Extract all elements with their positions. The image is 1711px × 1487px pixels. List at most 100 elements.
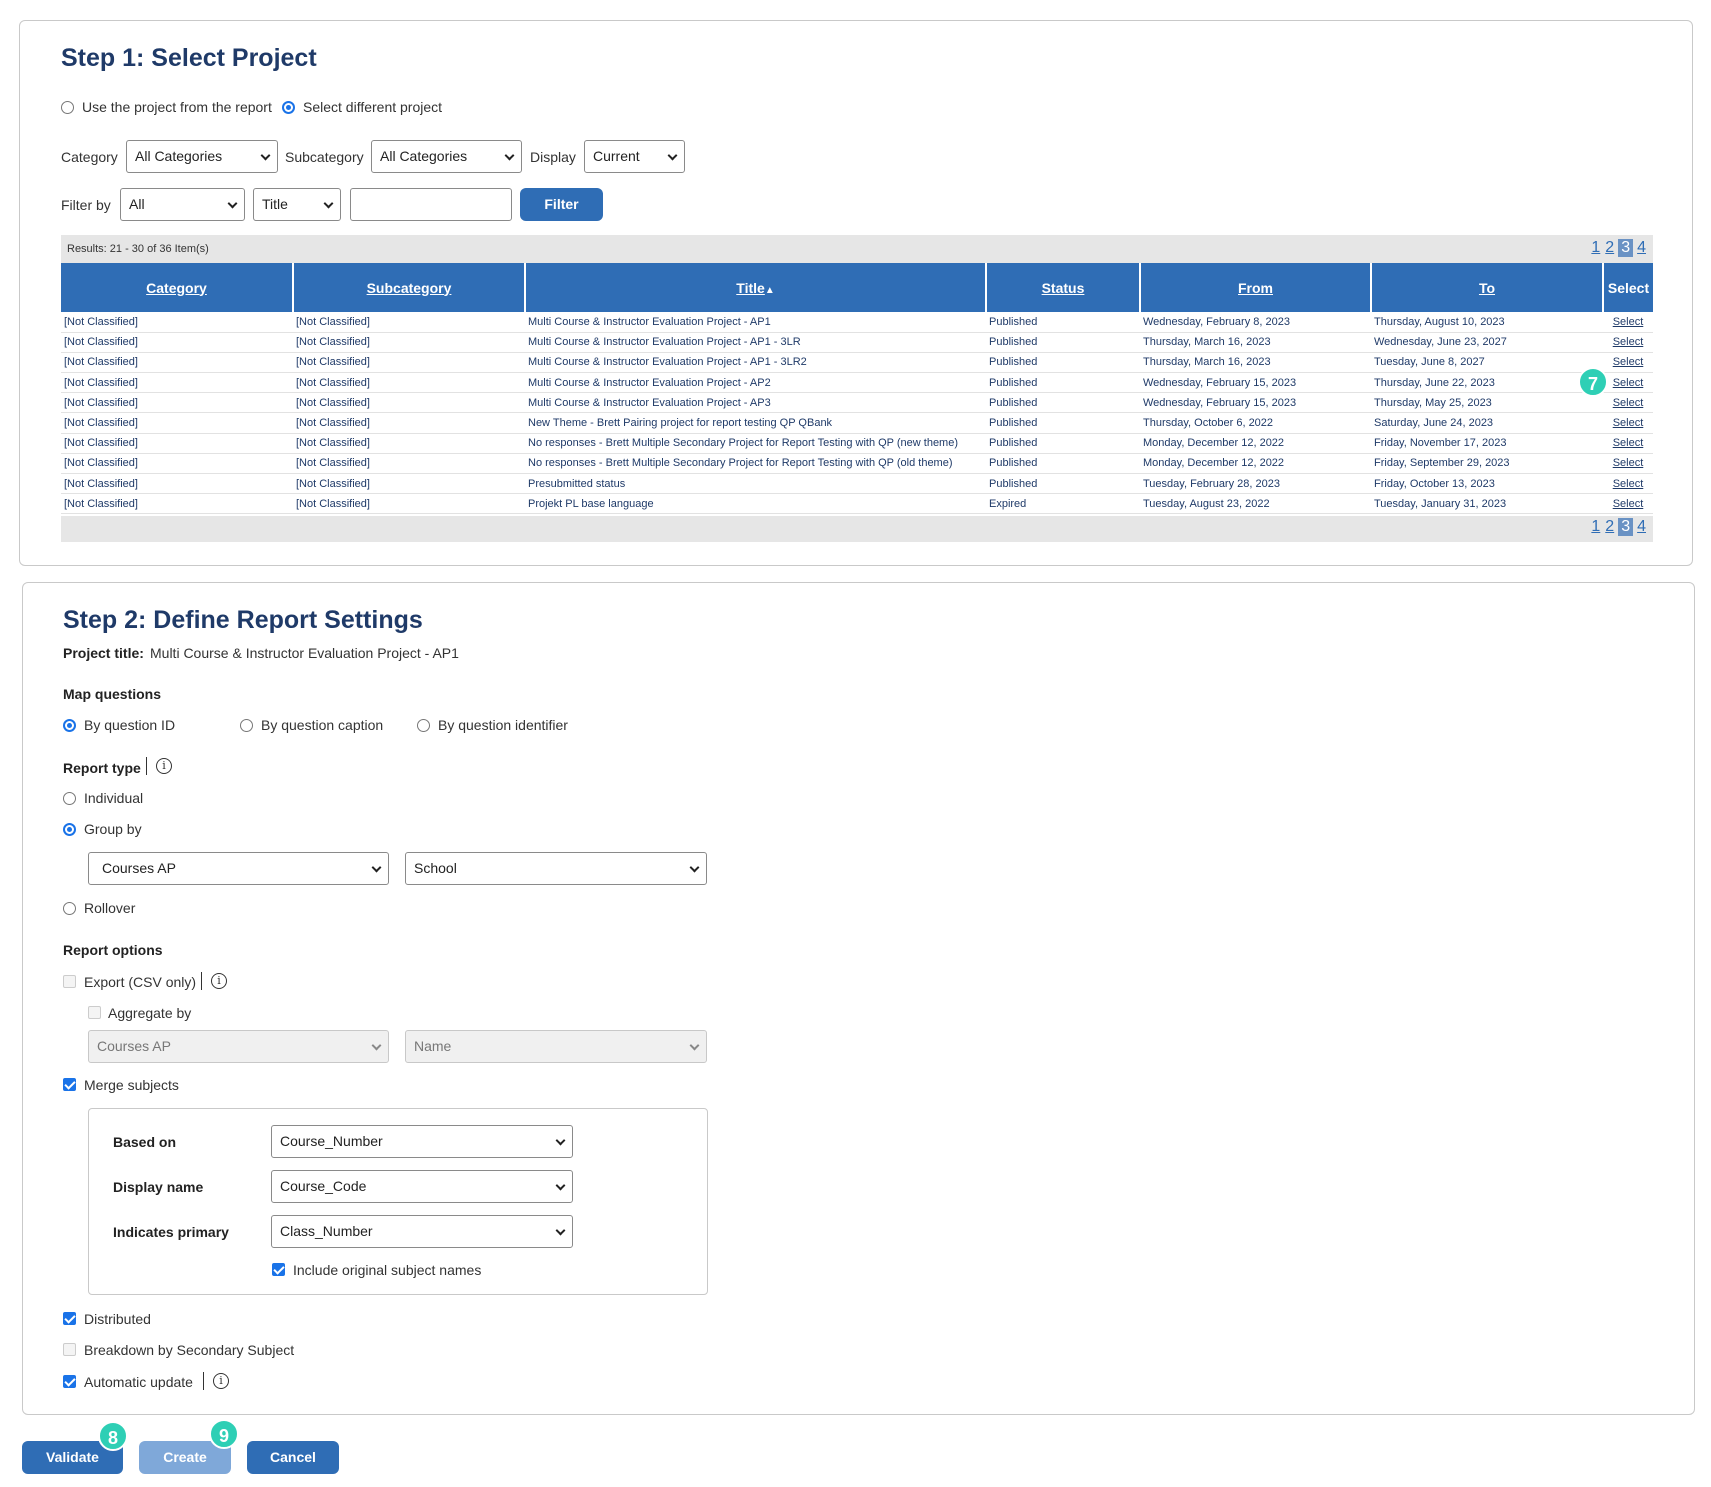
map-by-caption-radio[interactable] <box>240 719 253 732</box>
chevron-down-icon <box>227 198 238 209</box>
indicates-primary-label: Indicates primary <box>113 1224 229 1240</box>
info-icon[interactable]: i <box>211 973 227 989</box>
use-report-project-label: Use the project from the report <box>82 99 272 115</box>
cell-subcategory: [Not Classified] <box>293 433 525 454</box>
cell-category: [Not Classified] <box>61 473 293 495</box>
type-individual-radio[interactable] <box>63 792 76 805</box>
select-link[interactable]: Select <box>1603 372 1653 394</box>
subcategory-select-value: All Categories <box>380 148 468 164</box>
select-link[interactable]: Select <box>1603 473 1653 495</box>
select-link[interactable]: Select <box>1603 493 1653 515</box>
cell-to: Friday, November 17, 2023 <box>1371 433 1603 454</box>
aggregate-secondary-select[interactable]: Name <box>405 1030 707 1063</box>
map-by-identifier-radio[interactable] <box>417 719 430 732</box>
cell-title: Multi Course & Instructor Evaluation Pro… <box>525 392 986 414</box>
filter-text-input[interactable] <box>350 188 512 221</box>
breakdown-secondary-checkbox[interactable] <box>63 1343 76 1356</box>
project-title-value: Multi Course & Instructor Evaluation Pro… <box>150 645 459 661</box>
include-original-checkbox[interactable] <box>272 1263 285 1276</box>
col-header-status[interactable]: Status <box>986 263 1141 312</box>
info-icon[interactable]: i <box>156 758 172 774</box>
cancel-button[interactable]: Cancel <box>247 1441 339 1474</box>
cell-category: [Not Classified] <box>61 453 293 475</box>
distributed-checkbox[interactable] <box>63 1312 76 1325</box>
type-group-by-label: Group by <box>84 821 142 837</box>
filter-scope-value: All <box>129 196 145 212</box>
subcategory-select[interactable]: All Categories <box>371 140 522 173</box>
indicates-primary-select[interactable]: Class_Number <box>271 1215 573 1248</box>
col-header-from[interactable]: From <box>1140 263 1372 312</box>
filter-scope-select[interactable]: All <box>120 188 245 221</box>
select-different-project-radio[interactable] <box>282 101 295 114</box>
use-report-project-radio[interactable] <box>61 101 74 114</box>
select-link[interactable]: Select <box>1603 392 1653 414</box>
cell-category: [Not Classified] <box>61 332 293 353</box>
report-type-label: Report type <box>63 760 141 776</box>
cell-to: Thursday, May 25, 2023 <box>1371 392 1603 414</box>
page-link-2[interactable]: 2 <box>1604 239 1615 257</box>
pager-bottom: 1 2 3 4 <box>1590 518 1647 536</box>
group-by-primary-select[interactable]: Courses AP <box>88 852 389 885</box>
aggregate-by-label: Aggregate by <box>108 1005 192 1021</box>
export-csv-checkbox[interactable] <box>63 975 76 988</box>
filter-button[interactable]: Filter <box>520 188 603 221</box>
cell-status: Published <box>986 392 1140 414</box>
callout-badge-9: 9 <box>209 1419 239 1449</box>
projects-table: Category Subcategory Title▲ Status From … <box>61 263 1653 515</box>
cell-title: No responses - Brett Multiple Secondary … <box>525 453 986 475</box>
col-header-title[interactable]: Title▲ <box>525 263 987 312</box>
project-title-label: Project title: <box>63 645 144 661</box>
based-on-select[interactable]: Course_Number <box>271 1125 573 1158</box>
cell-category: [Not Classified] <box>61 372 293 394</box>
display-name-select[interactable]: Course_Code <box>271 1170 573 1203</box>
separator <box>146 757 147 775</box>
col-header-subcategory[interactable]: Subcategory <box>293 263 526 312</box>
cell-title: Multi Course & Instructor Evaluation Pro… <box>525 312 986 333</box>
page-link-1[interactable]: 1 <box>1590 518 1601 536</box>
map-questions-label: Map questions <box>63 686 162 702</box>
callout-badge-7: 7 <box>1578 367 1608 397</box>
cell-subcategory: [Not Classified] <box>293 352 525 374</box>
select-link[interactable]: Select <box>1603 453 1653 475</box>
map-by-id-radio[interactable] <box>63 719 76 732</box>
cell-subcategory: [Not Classified] <box>293 493 525 515</box>
aggregate-primary-select[interactable]: Courses AP <box>88 1030 389 1063</box>
col-header-category[interactable]: Category <box>61 263 294 312</box>
filter-field-select[interactable]: Title <box>253 188 341 221</box>
export-csv-label: Export (CSV only) <box>84 974 197 990</box>
group-by-secondary-select[interactable]: School <box>405 852 707 885</box>
type-group-by-radio[interactable] <box>63 823 76 836</box>
select-link[interactable]: Select <box>1603 332 1653 353</box>
type-rollover-radio[interactable] <box>63 902 76 915</box>
page-link-4[interactable]: 4 <box>1636 518 1647 536</box>
aggregate-by-checkbox[interactable] <box>88 1006 101 1019</box>
table-row: [Not Classified] [Not Classified] Presubmi… <box>61 473 1653 495</box>
category-select[interactable]: All Categories <box>126 140 278 173</box>
automatic-update-checkbox[interactable] <box>63 1375 76 1388</box>
select-link[interactable]: Select <box>1603 312 1653 333</box>
cell-status: Published <box>986 433 1140 454</box>
separator <box>203 1372 204 1390</box>
merge-subjects-checkbox[interactable] <box>63 1078 76 1091</box>
display-select[interactable]: Current <box>584 140 685 173</box>
cell-subcategory: [Not Classified] <box>293 332 525 353</box>
step1-title: Step 1: Select Project <box>61 44 317 72</box>
cell-from: Wednesday, February 15, 2023 <box>1140 392 1371 414</box>
select-link[interactable]: Select <box>1603 412 1653 434</box>
page-link-2[interactable]: 2 <box>1604 518 1615 536</box>
chevron-down-icon <box>371 1040 382 1051</box>
info-icon[interactable]: i <box>213 1373 229 1389</box>
cell-to: Thursday, June 22, 2023 <box>1371 372 1603 394</box>
select-link[interactable]: Select <box>1603 352 1653 374</box>
map-by-id-label: By question ID <box>84 717 176 733</box>
cell-to: Thursday, August 10, 2023 <box>1371 312 1603 333</box>
page-link-4[interactable]: 4 <box>1636 239 1647 257</box>
col-header-select: Select <box>1603 263 1653 312</box>
category-select-value: All Categories <box>135 148 223 164</box>
cell-from: Wednesday, February 15, 2023 <box>1140 372 1371 394</box>
page-link-1[interactable]: 1 <box>1590 239 1601 257</box>
select-link[interactable]: Select <box>1603 433 1653 454</box>
chevron-down-icon <box>371 862 382 873</box>
cell-status: Expired <box>986 493 1140 515</box>
col-header-to[interactable]: To <box>1371 263 1604 312</box>
